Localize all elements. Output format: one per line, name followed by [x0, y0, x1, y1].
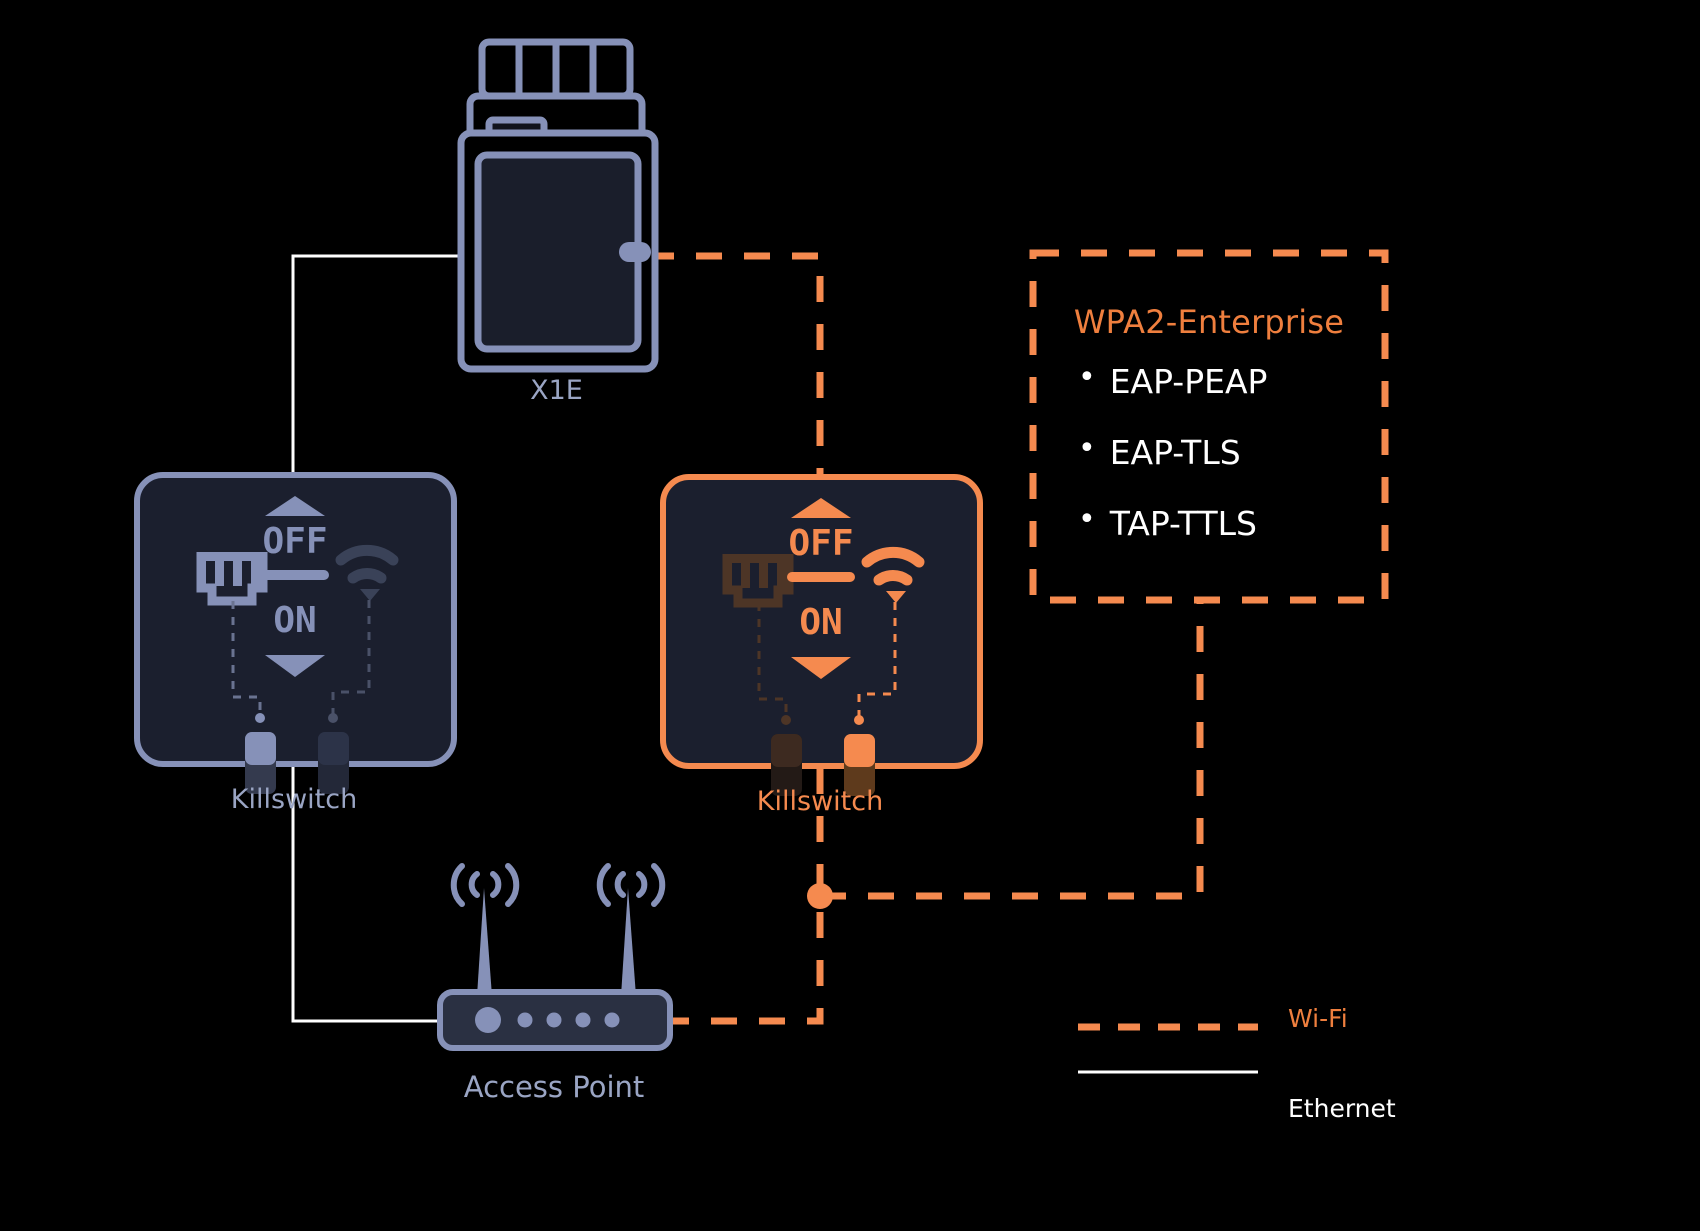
diagram-canvas: X1E OFF ON Killswitch OFF ON Killswitch … [0, 0, 1700, 1231]
legend-label-ethernet: Ethernet [1288, 1094, 1396, 1123]
legend-row-ethernet: Ethernet [1078, 1050, 1638, 1123]
legend-label-wifi: Wi-Fi [1288, 1004, 1348, 1033]
legend: Wi-Fi Ethernet [1078, 1004, 1638, 1123]
legend-row-wifi: Wi-Fi [1078, 1004, 1638, 1050]
